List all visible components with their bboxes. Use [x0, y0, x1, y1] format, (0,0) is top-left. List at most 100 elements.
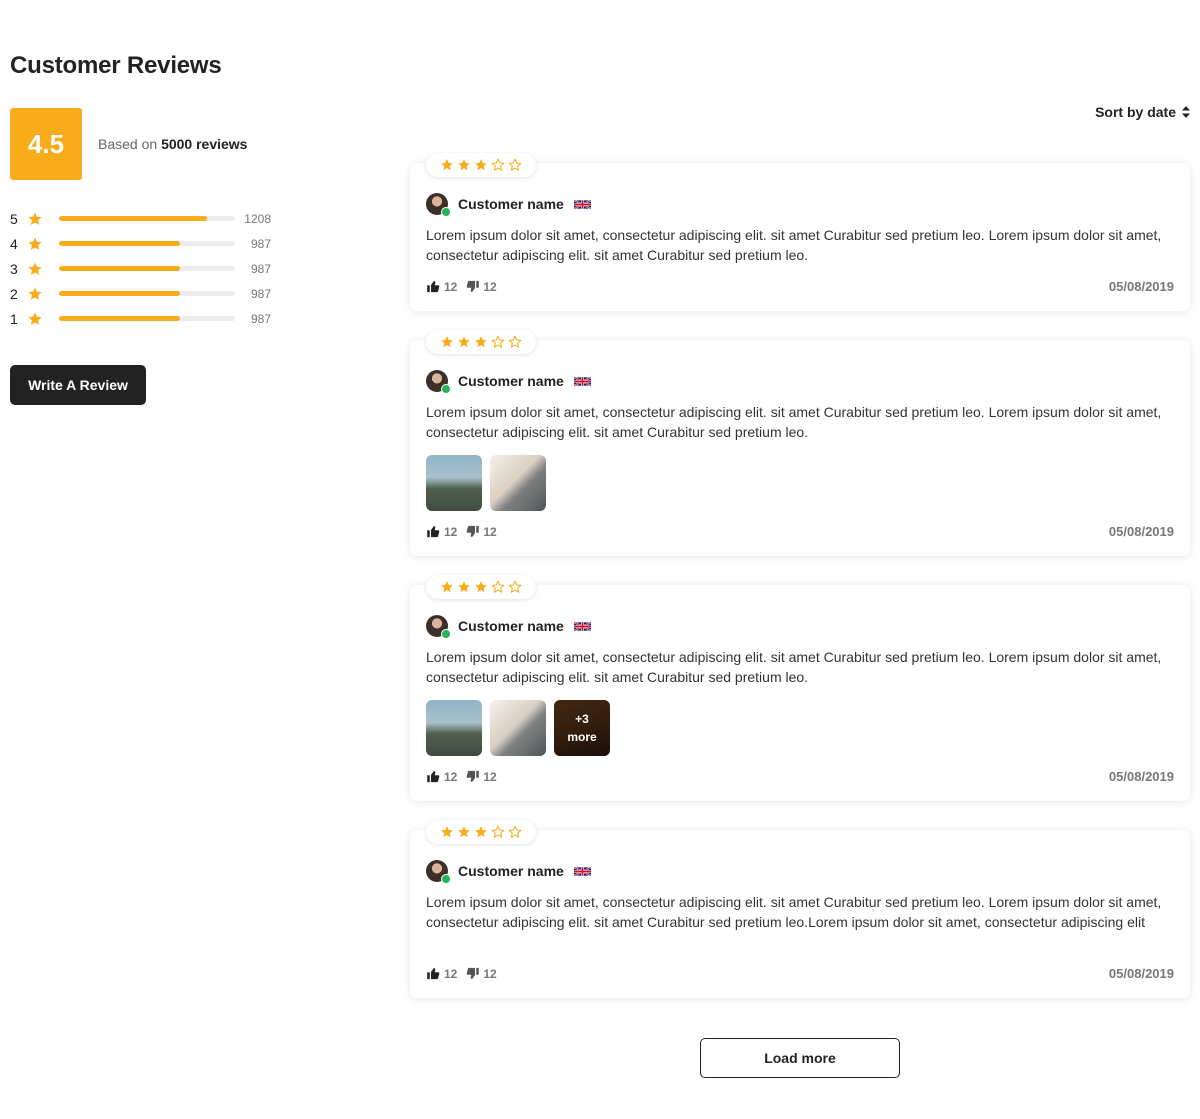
load-more-button[interactable]: Load more — [700, 1038, 900, 1078]
verified-icon — [441, 384, 451, 394]
like-count: 12 — [444, 769, 458, 784]
review-card: Customer name Lorem ipsum dolor sit amet… — [410, 575, 1190, 801]
distribution-count: 987 — [250, 261, 271, 276]
star-filled-icon — [441, 581, 453, 593]
star-icon — [28, 286, 42, 300]
review-text: Lorem ipsum dolor sit amet, consectetur … — [426, 404, 1162, 440]
distribution-count: 1208 — [244, 211, 271, 226]
customer-name: Customer name — [458, 373, 564, 389]
review-rating — [426, 575, 536, 599]
review-rating — [426, 153, 536, 177]
star-filled-icon — [458, 336, 470, 348]
more-images-button[interactable]: +3 more — [554, 700, 610, 756]
uk-flag-icon — [573, 376, 591, 386]
distribution-row: 2 987 — [10, 281, 280, 306]
review-image[interactable] — [490, 455, 546, 511]
star-icon — [28, 261, 42, 275]
thumbs-up-icon — [427, 280, 440, 293]
distribution-row: 4 987 — [10, 231, 280, 256]
star-empty-icon — [491, 580, 505, 593]
avatar — [426, 615, 451, 639]
review-image[interactable] — [426, 455, 482, 511]
distribution-row: 5 1208 — [10, 206, 280, 231]
review-footer: 12 12 05/08/2019 — [426, 769, 1174, 784]
page-title: Customer Reviews — [10, 52, 222, 79]
review-footer: 12 12 05/08/2019 — [426, 524, 1174, 539]
thumbs-down-icon — [467, 770, 480, 783]
dislike-button[interactable]: 12 — [465, 279, 497, 294]
verified-icon — [441, 207, 451, 217]
review-footer: 12 12 05/08/2019 — [426, 966, 1174, 981]
star-icon — [28, 236, 42, 250]
review-header: Customer name — [426, 860, 591, 884]
like-button[interactable]: 12 — [426, 524, 457, 539]
uk-flag-icon — [573, 866, 591, 876]
like-button[interactable]: 12 — [426, 966, 457, 981]
review-card: Customer name Lorem ipsum dolor sit amet… — [410, 330, 1190, 556]
distribution-fill — [59, 266, 181, 271]
sort-icon — [1182, 106, 1190, 118]
review-date: 05/08/2019 — [1108, 279, 1174, 294]
based-on-text: Based on 5000 reviews — [98, 136, 247, 152]
dislike-count: 12 — [483, 524, 497, 539]
review-images: +3 more — [426, 700, 610, 756]
sort-dropdown[interactable]: Sort by date — [1095, 104, 1190, 120]
thumbs-down-icon — [467, 280, 480, 293]
dislike-button[interactable]: 12 — [465, 769, 497, 784]
review-header: Customer name — [426, 615, 591, 639]
star-empty-icon — [508, 335, 522, 348]
distribution-bar — [59, 316, 235, 321]
rating-distribution: 5 1208 4 987 3 987 2 987 1 987 — [10, 206, 280, 331]
score-row: 4.5 Based on 5000 reviews — [10, 108, 280, 180]
thumbs-up-icon — [427, 525, 440, 538]
dislike-button[interactable]: 12 — [465, 966, 497, 981]
star-filled-icon — [475, 159, 487, 171]
customer-name: Customer name — [458, 196, 564, 212]
distribution-count: 987 — [250, 311, 271, 326]
star-filled-icon — [458, 159, 470, 171]
uk-flag-icon — [573, 199, 591, 209]
based-on-prefix: Based on — [98, 136, 158, 152]
review-rating — [426, 330, 536, 354]
star-empty-icon — [491, 158, 505, 171]
write-review-button[interactable]: Write A Review — [10, 365, 146, 405]
like-button[interactable]: 12 — [426, 769, 457, 784]
distribution-count: 987 — [250, 236, 271, 251]
star-filled-icon — [441, 159, 453, 171]
review-text: Lorem ipsum dolor sit amet, consectetur … — [426, 649, 1162, 685]
more-count: +3 — [575, 712, 589, 726]
dislike-count: 12 — [483, 966, 497, 981]
distribution-fill — [59, 291, 181, 296]
star-filled-icon — [475, 826, 487, 838]
rating-summary: 4.5 Based on 5000 reviews 5 1208 4 987 3… — [10, 108, 280, 405]
star-empty-icon — [508, 580, 522, 593]
star-filled-icon — [475, 336, 487, 348]
review-text: Lorem ipsum dolor sit amet, consectetur … — [426, 894, 1162, 930]
distribution-count: 987 — [250, 286, 271, 301]
star-empty-icon — [508, 825, 522, 838]
star-level: 5 — [10, 210, 18, 227]
more-images-overlay: +3 more — [554, 700, 610, 756]
review-card: Customer name Lorem ipsum dolor sit amet… — [410, 820, 1190, 998]
like-count: 12 — [444, 279, 458, 294]
distribution-fill — [59, 241, 181, 246]
review-header: Customer name — [426, 193, 591, 217]
avatar — [426, 193, 451, 217]
star-empty-icon — [491, 825, 505, 838]
distribution-bar — [59, 216, 235, 221]
more-label: more — [567, 730, 597, 744]
review-image[interactable] — [490, 700, 546, 756]
review-count: 5000 reviews — [161, 136, 248, 152]
star-icon — [28, 311, 42, 325]
distribution-fill — [59, 216, 207, 221]
distribution-bar — [59, 291, 235, 296]
star-filled-icon — [475, 581, 487, 593]
star-icon — [28, 211, 42, 225]
distribution-fill — [59, 316, 181, 321]
like-button[interactable]: 12 — [426, 279, 457, 294]
review-image[interactable] — [426, 700, 482, 756]
star-level: 2 — [10, 285, 18, 302]
uk-flag-icon — [573, 621, 591, 631]
distribution-bar — [59, 266, 235, 271]
dislike-button[interactable]: 12 — [465, 524, 497, 539]
